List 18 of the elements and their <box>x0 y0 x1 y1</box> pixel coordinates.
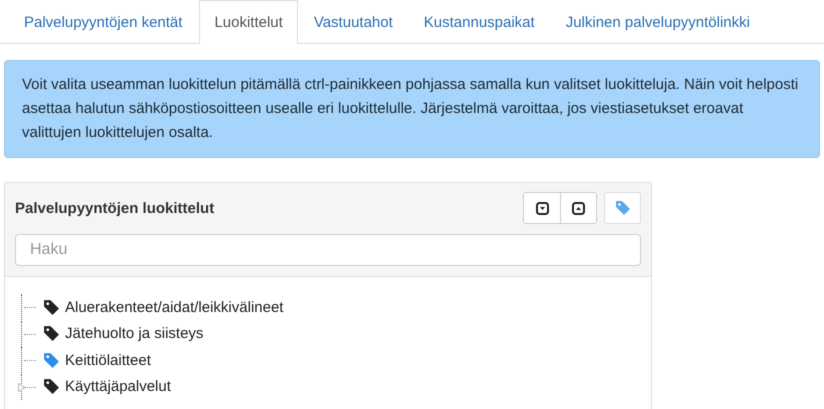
category-item[interactable]: Käyttäjäpalvelut <box>65 378 171 396</box>
caret-up-icon <box>572 202 585 214</box>
panel-title: Palvelupyyntöjen luokittelut <box>15 200 214 216</box>
caret-down-icon <box>536 202 548 214</box>
category-item[interactable]: Aluerakenteet/aidat/leikkivälineet <box>65 298 284 316</box>
collapse-all-button[interactable] <box>560 192 597 224</box>
expand-icon[interactable] <box>18 382 25 392</box>
search-field[interactable]: Haku <box>15 234 641 266</box>
tab[interactable]: Julkinen palvelupyyntölinkki <box>550 0 765 44</box>
category-item[interactable]: Keittiölaitteet <box>65 352 151 369</box>
tag-icon <box>614 200 630 216</box>
expand-all-button[interactable] <box>523 192 560 224</box>
tab[interactable]: Luokittelut <box>199 0 298 44</box>
category-item[interactable]: Jätehuolto ja siisteys <box>65 325 204 342</box>
tab[interactable]: Kustannuspaikat <box>408 0 550 44</box>
tab[interactable]: Palvelupyyntöjen kentät <box>8 0 198 44</box>
tab[interactable]: Vastuutahot <box>298 0 408 44</box>
info-message: Voit valita useamman luokittelun pitämällä ctrl-painikkeen pohjassa samalla kun valitset luokitteluja. Näin voit helposti asettaa halutun sähköpostiosoitteen usealle eri luokittelulle. Järjestelmä varoittaa, jos viestiasetukset eroavat valittujen luokittelujen osalta. <box>4 60 820 158</box>
